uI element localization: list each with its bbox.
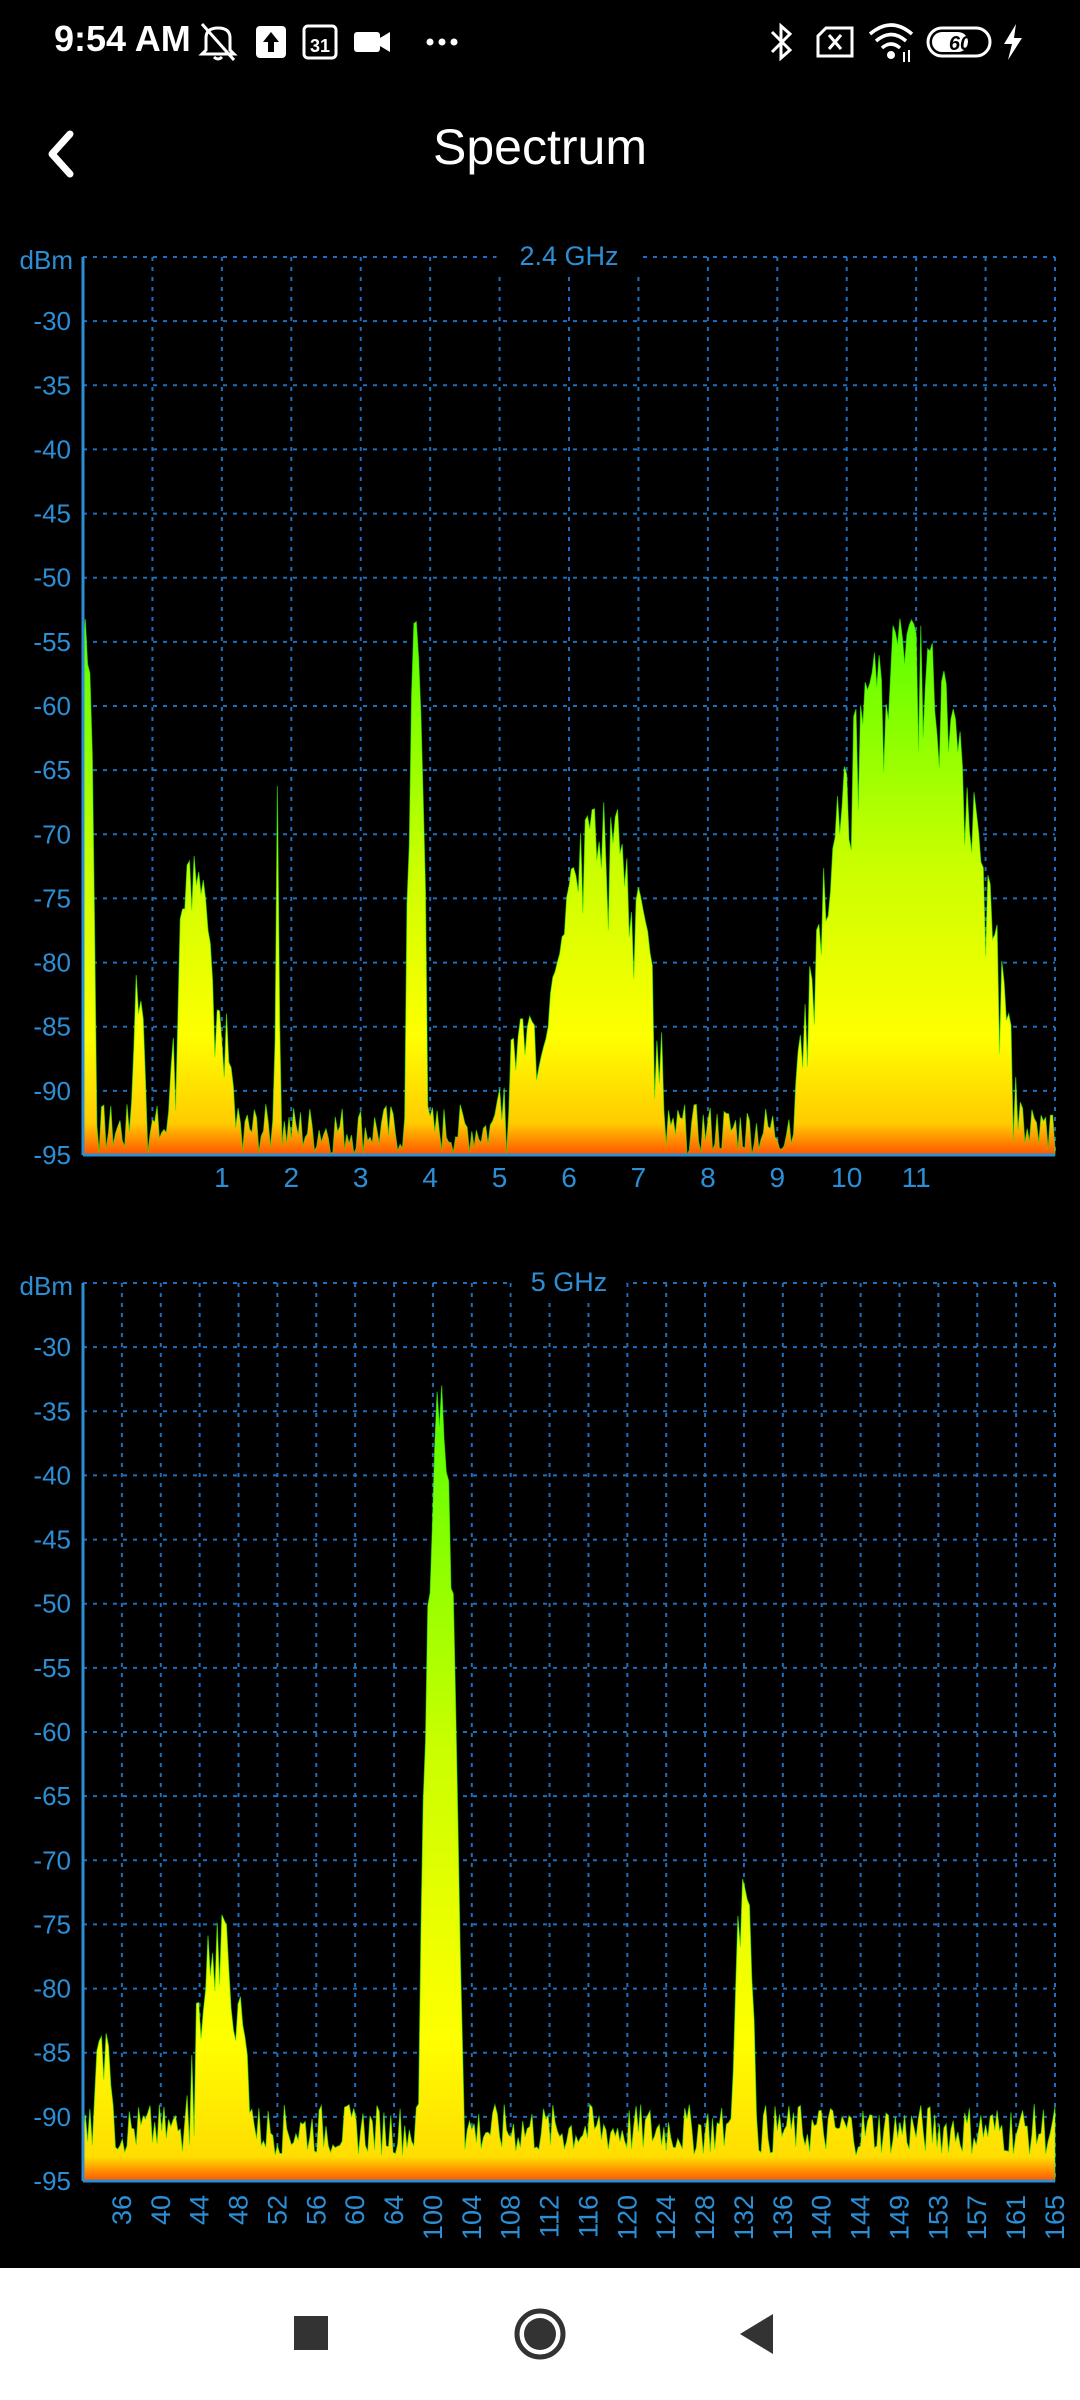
- status-time: 9:54 AM: [54, 18, 191, 59]
- back-triangle-icon: [740, 2314, 773, 2354]
- y-tick-label: -85: [33, 2038, 71, 2068]
- y-tick-label: -40: [33, 434, 71, 464]
- x-tick-label: 64: [379, 2195, 409, 2225]
- x-tick-label: 5: [492, 1162, 508, 1193]
- x-tick-label: 136: [768, 2195, 798, 2240]
- status-bar: 9:54 AM 31 60: [0, 0, 1080, 88]
- recents-button[interactable]: [272, 2294, 352, 2374]
- x-tick-label: 7: [631, 1162, 647, 1193]
- chart-labels: dBm -30 -35 -40 -45 -50 -55 -60 -65 -70 -75 -80 -85 -…: [20, 235, 931, 1193]
- x-tick-label: 8: [700, 1162, 716, 1193]
- y-axis-unit-label: dBm: [20, 1271, 73, 1301]
- y-tick-label: -60: [33, 691, 71, 721]
- charging-icon: [1004, 24, 1022, 60]
- x-tick-label: 56: [301, 2195, 331, 2225]
- x-tick-label: 149: [884, 2195, 914, 2240]
- signal-area: [82, 1385, 1056, 2182]
- x-tick-label: 60: [340, 2195, 370, 2225]
- chart-labels: dBm -30 -35 -40 -45 -50 -55 -60 -65 -70 -75 -80 -85 -…: [20, 1261, 1070, 2240]
- x-tick-label: 40: [146, 2195, 176, 2225]
- y-tick-label: -75: [33, 883, 71, 913]
- x-tick-label: 3: [353, 1162, 369, 1193]
- chart-title: 2.4 GHz: [519, 241, 618, 271]
- recents-square-icon: [294, 2316, 328, 2350]
- more-dots-icon: [426, 38, 458, 46]
- x-tick-label: 104: [457, 2195, 487, 2240]
- x-tick-label: 10: [831, 1162, 862, 1193]
- x-tick-label: 44: [185, 2195, 215, 2225]
- page-title: Spectrum: [433, 119, 647, 175]
- video-camera-icon: [354, 32, 390, 52]
- x-tick-label: 6: [561, 1162, 577, 1193]
- y-tick-label: -90: [33, 2102, 71, 2132]
- y-tick-label: -30: [33, 1332, 71, 1362]
- y-tick-label: -55: [33, 627, 71, 657]
- alarm-off-icon: [198, 23, 238, 61]
- y-tick-label: -75: [33, 1909, 71, 1939]
- y-tick-label: -85: [33, 1012, 71, 1042]
- x-tick-label: 116: [573, 2195, 603, 2238]
- x-tick-label: 132: [729, 2195, 759, 2240]
- x-tick-label: 108: [496, 2195, 526, 2240]
- upload-icon: [256, 26, 286, 58]
- y-tick-label: -70: [33, 1845, 71, 1875]
- y-tick-label: -80: [33, 1974, 71, 2004]
- x-tick-label: 100: [418, 2195, 448, 2240]
- y-tick-label: -45: [33, 1525, 71, 1555]
- x-tick-label: 128: [690, 2195, 720, 2240]
- x-tick-label: 157: [962, 2195, 992, 2240]
- y-tick-label: -65: [33, 1781, 71, 1811]
- x-tick-label: 124: [651, 2195, 681, 2240]
- back-nav-button[interactable]: [718, 2294, 798, 2374]
- y-tick-label: -45: [33, 499, 71, 529]
- home-button[interactable]: [500, 2294, 580, 2374]
- y-tick-label: -30: [33, 306, 71, 336]
- wifi-icon: [868, 23, 914, 62]
- y-tick-label: -50: [33, 563, 71, 593]
- spectrum-chart-5ghz[interactable]: dBm -30 -35 -40 -45 -50 -55 -60 -65 -70 -75 -80 -85 -…: [0, 1245, 1080, 2270]
- y-axis-unit-label: dBm: [20, 245, 73, 275]
- x-tick-label: 165: [1040, 2195, 1070, 2240]
- y-tick-label: -95: [33, 2166, 71, 2196]
- signal-area-path: [82, 1385, 1056, 2182]
- chart-title: 5 GHz: [531, 1267, 608, 1297]
- x-tick-label: 120: [612, 2195, 642, 2240]
- y-tick-label: -90: [33, 1076, 71, 1106]
- y-tick-label: -65: [33, 755, 71, 785]
- x-tick-label: 153: [923, 2195, 953, 2240]
- y-tick-label: -70: [33, 819, 71, 849]
- x-tick-label: 36: [107, 2195, 137, 2225]
- y-tick-label: -95: [33, 1140, 71, 1170]
- x-tick-label: 161: [1001, 2195, 1031, 2240]
- x-tick-label: 11: [902, 1162, 931, 1193]
- calendar-day: 31: [310, 36, 330, 56]
- app-bar: Spectrum: [0, 88, 1080, 208]
- y-tick-label: -55: [33, 1653, 71, 1683]
- y-tick-label: -35: [33, 370, 71, 400]
- x-tick-label: 144: [846, 2195, 876, 2240]
- y-tick-label: -60: [33, 1717, 71, 1747]
- x-tick-label: 4: [422, 1162, 438, 1193]
- x-tick-label: 112: [535, 2195, 565, 2238]
- x-tick-label: 1: [214, 1162, 230, 1193]
- calendar-icon: 31: [302, 24, 338, 60]
- y-tick-label: -50: [33, 1589, 71, 1619]
- battery-icon: 60: [926, 26, 992, 58]
- x-tick-label: 2: [283, 1162, 299, 1193]
- navigation-bar: [0, 2268, 1080, 2400]
- y-tick-label: -80: [33, 948, 71, 978]
- sim-error-icon: [816, 26, 854, 58]
- home-circle-icon: [514, 2308, 566, 2360]
- spectrum-chart-2-4ghz[interactable]: dBm -30 -35 -40 -45 -50 -55 -60 -65 -70 -75 -80 -85 -…: [0, 225, 1080, 1205]
- x-tick-label: 48: [224, 2195, 254, 2225]
- x-tick-label: 9: [769, 1162, 785, 1193]
- x-tick-label: 52: [262, 2195, 292, 2225]
- y-tick-label: -35: [33, 1396, 71, 1426]
- battery-level: 60: [949, 33, 971, 55]
- y-tick-label: -40: [33, 1460, 71, 1490]
- bluetooth-icon: [770, 22, 793, 62]
- x-tick-label: 140: [807, 2195, 837, 2240]
